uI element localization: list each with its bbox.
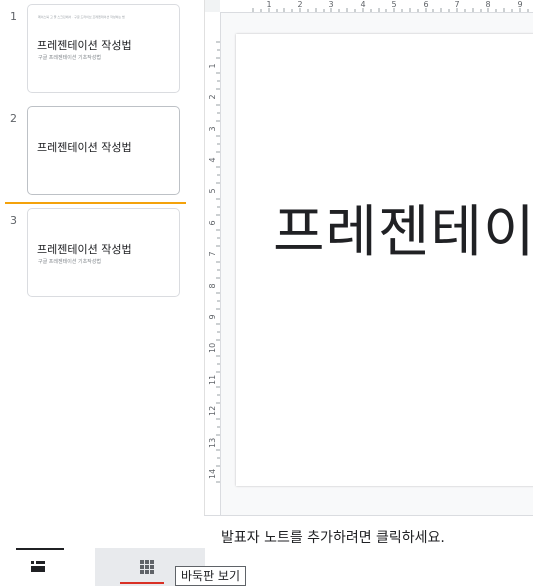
ruler-label: 3 [208,126,217,132]
thumb-tiny-text: 페이스북 고 풀 스크린에서 · 구글 드라이브 프레젠테이션 작성하는 법 [38,15,125,19]
slide-number: 1 [10,10,17,23]
ruler-label: 12 [208,405,217,416]
ruler-label: 1 [266,0,272,9]
ruler-label: 14 [208,468,217,479]
ruler-label: 8 [208,283,217,289]
ruler-label: 5 [391,0,397,9]
filmstrip-slide-1[interactable]: 1 페이스북 고 풀 스크린에서 · 구글 드라이브 프레젠테이션 작성하는 법… [0,4,204,96]
horizontal-ruler[interactable]: 1 2 3 4 5 6 7 8 9 [220,0,533,13]
ruler-label: 6 [208,220,217,226]
slide-thumbnail[interactable]: 프레젠테이션 작성법 구글 프레젠테이션 기초작성법 [27,208,180,297]
slide-title-text[interactable]: 프레젠테이션 [273,198,533,268]
ruler-label: 7 [454,0,460,9]
filmstrip-slide-2[interactable]: 2 프레젠테이션 작성법 [0,106,204,198]
speaker-notes-placeholder: 발표자 노트를 추가하려면 클릭하세요. [221,530,445,546]
filmstrip-view-button[interactable] [0,548,95,586]
ruler-label: 4 [208,157,217,163]
filmstrip-view-icon [31,561,45,572]
thumb-title: 프레젠테이션 작성법 [37,39,132,52]
ruler-label: 2 [297,0,303,9]
vertical-ruler[interactable]: 1 2 3 4 5 6 7 8 9 10 11 12 13 14 [205,12,221,515]
slide-number: 2 [10,112,17,125]
thumb-subtitle: 구글 프레젠테이션 기초작성법 [38,55,101,61]
slide-thumbnail[interactable]: 페이스북 고 풀 스크린에서 · 구글 드라이브 프레젠테이션 작성하는 법 프… [27,4,180,93]
ruler-label: 1 [208,63,217,69]
thumb-subtitle: 구글 프레젠테이션 기초작성법 [38,259,101,265]
thumb-title: 프레젠테이션 작성법 [37,141,132,154]
speaker-notes-area[interactable]: 발표자 노트를 추가하려면 클릭하세요. [204,515,533,548]
ruler-label: 10 [208,342,217,353]
hover-underline [120,582,164,584]
ruler-corner [205,0,220,12]
slide-number: 3 [10,214,17,227]
ruler-label: 4 [360,0,366,9]
ruler-label: 11 [208,374,217,385]
thumb-title: 프레젠테이션 작성법 [37,243,132,256]
filmstrip-panel: 1 페이스북 고 풀 스크린에서 · 구글 드라이브 프레젠테이션 작성하는 법… [0,0,204,548]
ruler-label: 2 [208,94,217,100]
ruler-label: 13 [208,437,217,448]
slide-editor: 1 2 3 4 5 6 7 8 9 1 2 3 4 5 6 7 8 9 10 1… [204,0,533,548]
slide-thumbnail[interactable]: 프레젠테이션 작성법 [27,106,180,195]
ruler-label: 9 [517,0,523,9]
grid-view-tooltip: 바둑판 보기 [175,566,247,586]
grid-view-icon [140,560,154,574]
ruler-label: 8 [485,0,491,9]
ruler-label: 5 [208,188,217,194]
active-indicator [16,548,64,550]
ruler-label: 6 [423,0,429,9]
ruler-label: 9 [208,314,217,320]
ruler-label: 7 [208,251,217,257]
filmstrip-slide-3[interactable]: 3 프레젠테이션 작성법 구글 프레젠테이션 기초작성법 [0,208,204,300]
slide-canvas[interactable]: 프레젠테이션 [236,34,533,486]
drop-indicator [5,202,186,204]
ruler-label: 3 [328,0,334,9]
